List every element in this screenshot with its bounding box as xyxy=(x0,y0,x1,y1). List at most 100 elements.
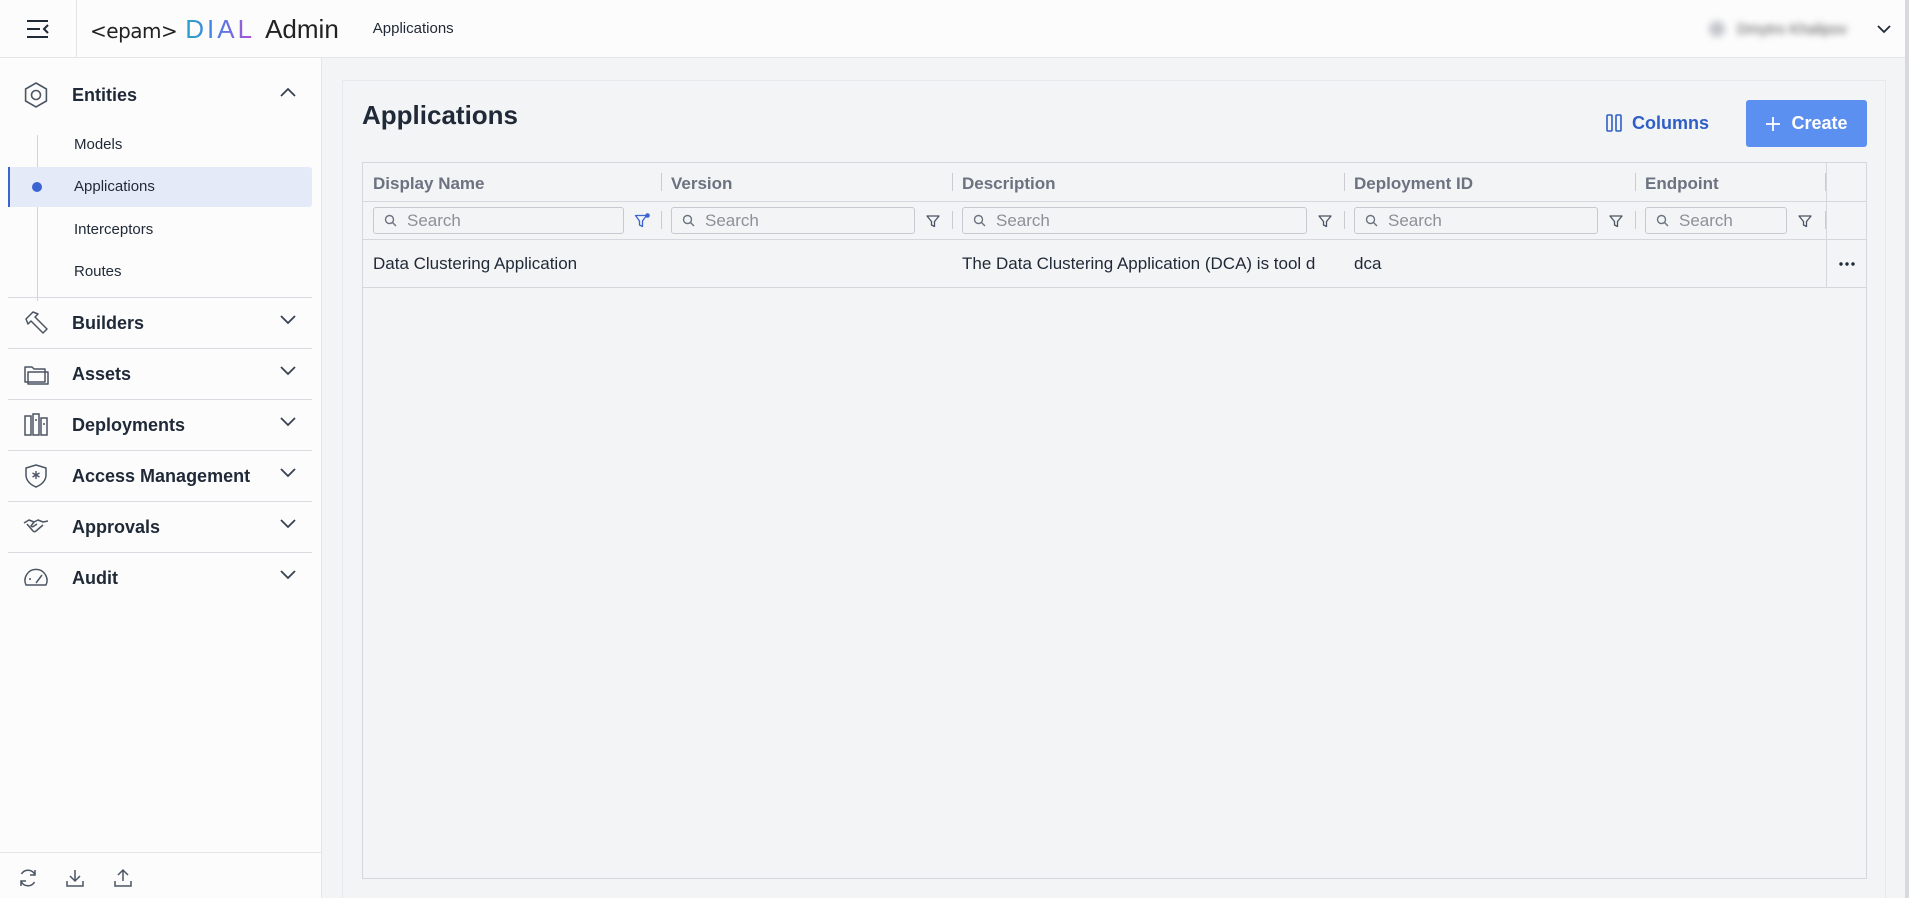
cell-deployment-id: dca xyxy=(1354,254,1382,273)
nav-group-label: Audit xyxy=(72,567,118,588)
columns-button-label: Columns xyxy=(1632,112,1710,133)
sidebar-item-interceptors[interactable]: Interceptors xyxy=(74,221,153,238)
cell-description: The Data Clustering Application (DCA) is… xyxy=(962,254,1316,273)
filter-separator xyxy=(952,211,953,229)
nav-group-entities[interactable]: Entities xyxy=(8,70,312,120)
columns-button[interactable]: Columns xyxy=(1598,100,1716,146)
column-header-display-name[interactable]: Display Name xyxy=(373,174,485,194)
active-item-highlight xyxy=(8,167,312,207)
upload-icon[interactable] xyxy=(112,867,134,889)
table-row[interactable]: Data Clustering Application The Data Clu… xyxy=(363,240,1866,288)
deployment-id-search-input[interactable] xyxy=(1388,210,1597,231)
row-actions-button[interactable] xyxy=(1827,240,1866,288)
chevron-down-icon xyxy=(280,570,296,580)
chevron-down-icon xyxy=(280,519,296,529)
chevron-down-icon[interactable] xyxy=(1877,24,1891,34)
page-scrollbar[interactable] xyxy=(1905,0,1909,898)
create-button-label: Create xyxy=(1791,113,1848,133)
column-resize-handle[interactable] xyxy=(1635,173,1636,191)
search-icon xyxy=(973,214,986,227)
active-item-bar xyxy=(8,167,10,207)
menu-toggle-button[interactable] xyxy=(0,0,77,58)
nav-group-deployments[interactable]: Deployments xyxy=(8,400,312,450)
deployments-icon xyxy=(24,413,48,436)
search-icon xyxy=(384,214,397,227)
columns-icon xyxy=(1606,114,1622,132)
sidebar-item-models[interactable]: Models xyxy=(74,136,122,153)
filter-active-icon[interactable] xyxy=(634,213,650,229)
nav-group-audit[interactable]: Audit xyxy=(8,553,312,603)
breadcrumb: Applications xyxy=(372,20,454,37)
column-resize-handle[interactable] xyxy=(952,173,953,191)
chevron-down-icon xyxy=(280,315,296,325)
search-icon xyxy=(1656,214,1669,227)
filter-separator xyxy=(1344,211,1345,229)
sidebar: Entities Models Applications Interceptor… xyxy=(0,58,322,898)
nav-group-assets[interactable]: Assets xyxy=(8,349,312,399)
version-search xyxy=(671,207,915,234)
nav-group-label: Assets xyxy=(72,363,132,384)
filter-separator xyxy=(1635,211,1636,229)
page-title: Applications xyxy=(362,100,519,130)
column-resize-handle[interactable] xyxy=(1344,173,1345,191)
filter-icon[interactable] xyxy=(1317,213,1333,229)
more-horizontal-icon xyxy=(1838,262,1855,266)
hexagon-icon xyxy=(24,82,48,108)
endpoint-search-input[interactable] xyxy=(1679,210,1786,231)
filter-icon[interactable] xyxy=(1608,213,1624,229)
chevron-down-icon xyxy=(280,417,296,427)
hammer-icon xyxy=(25,311,48,334)
logo-admin: Admin xyxy=(265,13,339,44)
search-icon xyxy=(1365,214,1378,227)
create-button[interactable]: Create xyxy=(1746,100,1867,147)
refresh-icon[interactable] xyxy=(17,867,39,889)
column-header-deployment-id[interactable]: Deployment ID xyxy=(1354,174,1473,194)
nav-group-label: Approvals xyxy=(72,516,161,537)
column-header-description[interactable]: Description xyxy=(962,174,1056,194)
active-item-dot xyxy=(32,182,42,192)
plus-icon xyxy=(1766,116,1781,131)
logo-dial: DIAL xyxy=(185,13,256,44)
chevron-up-icon xyxy=(280,87,296,97)
sidebar-footer xyxy=(0,852,322,898)
description-search xyxy=(962,207,1307,234)
user-menu[interactable]: Dmytro Khalipov xyxy=(1708,0,1909,58)
filter-icon[interactable] xyxy=(1797,213,1813,229)
user-name: Dmytro Khalipov xyxy=(1736,20,1847,38)
filter-separator xyxy=(661,211,662,229)
filter-icon[interactable] xyxy=(925,213,941,229)
handshake-icon xyxy=(23,519,49,533)
column-header-endpoint[interactable]: Endpoint xyxy=(1645,174,1719,194)
nav-group-label: Builders xyxy=(72,312,145,333)
applications-table: Display Name Version Description Deploym… xyxy=(362,162,1867,879)
nav-group-label: Entities xyxy=(72,84,138,105)
download-icon[interactable] xyxy=(64,867,86,889)
folder-icon xyxy=(24,366,49,385)
chevron-down-icon xyxy=(280,366,296,376)
version-search-input[interactable] xyxy=(705,210,914,231)
top-header: <epam> DIAL Admin Applications Dmytro Kh… xyxy=(0,0,1909,58)
display-name-search-input[interactable] xyxy=(407,210,623,231)
column-resize-handle[interactable] xyxy=(661,173,662,191)
description-search-input[interactable] xyxy=(996,210,1306,231)
logo-epam: <epam> xyxy=(90,18,178,43)
table-filter-row xyxy=(363,202,1866,240)
table-header: Display Name Version Description Deploym… xyxy=(363,163,1866,202)
sidebar-item-applications[interactable]: Applications xyxy=(74,178,155,195)
menu-collapse-icon xyxy=(27,19,49,38)
nav-group-label: Deployments xyxy=(72,414,186,435)
subnav-guide-line xyxy=(37,135,38,301)
app-logo[interactable]: <epam> DIAL Admin xyxy=(90,16,339,42)
deployment-id-search xyxy=(1354,207,1598,234)
nav-group-builders[interactable]: Builders xyxy=(8,298,312,348)
sidebar-item-routes[interactable]: Routes xyxy=(74,263,122,280)
gauge-icon xyxy=(24,568,48,586)
endpoint-search xyxy=(1645,207,1787,234)
nav-group-approvals[interactable]: Approvals xyxy=(8,502,312,552)
avatar xyxy=(1708,21,1725,37)
nav-group-access-management[interactable]: Access Management xyxy=(8,451,312,501)
nav-group-label: Access Management xyxy=(72,465,251,486)
column-header-version[interactable]: Version xyxy=(671,174,732,194)
display-name-search xyxy=(373,207,624,234)
search-icon xyxy=(682,214,695,227)
